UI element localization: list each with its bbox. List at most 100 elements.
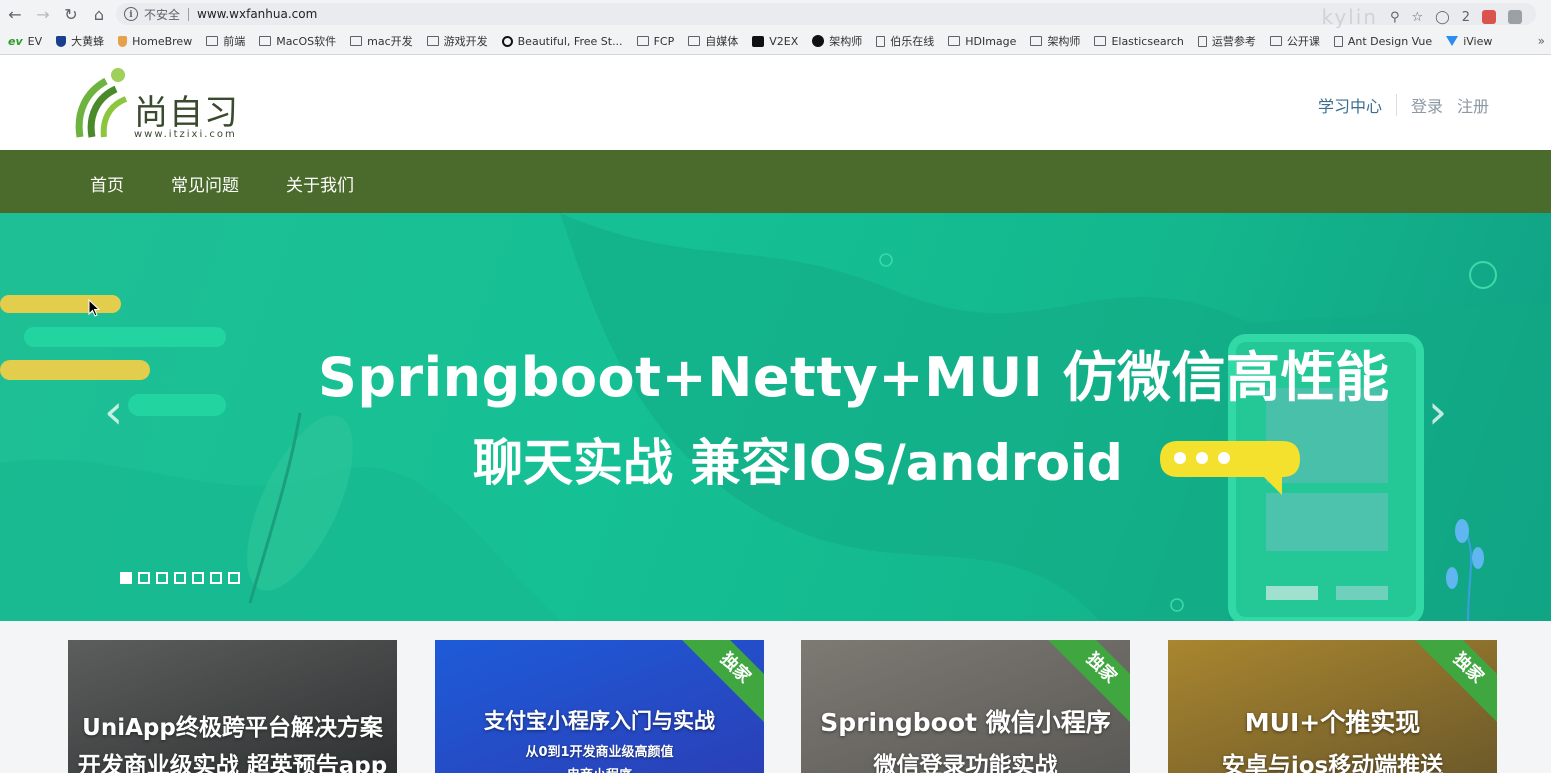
nav-home[interactable]: 首页 (90, 171, 124, 196)
folder-icon (1030, 36, 1043, 46)
carousel-dot[interactable] (156, 572, 168, 584)
nav-faq[interactable]: 常见问题 (171, 171, 239, 196)
folder-icon (636, 36, 649, 46)
github-icon (812, 35, 825, 47)
back-icon[interactable]: ← (2, 1, 28, 27)
course-card[interactable]: UniApp终极跨平台解决方案 开发商业级实战 超英预告app (68, 640, 397, 773)
folder-icon (206, 36, 219, 46)
bookmark-item[interactable]: Beautiful, Free St... (501, 34, 623, 48)
omnibox-divider (188, 7, 190, 21)
bookmark-item[interactable]: 运营参考 (1197, 33, 1256, 49)
carousel-dot[interactable] (228, 572, 240, 584)
login-link[interactable]: 登录 (1411, 93, 1443, 117)
bookmark-label: 架构师 (829, 35, 863, 48)
bookmark-label: MacOS软件 (276, 35, 337, 48)
folder-icon (259, 36, 272, 46)
carousel-next-icon[interactable]: › (1428, 388, 1447, 436)
logo-url: www.itzixi.com (134, 129, 237, 140)
zoom-icon[interactable]: ⚲ (1390, 10, 1400, 25)
course-title: 支付宝小程序入门与实战 (484, 709, 715, 733)
bookmark-label: 大黄蜂 (71, 35, 105, 48)
bookmark-item[interactable]: FCP (636, 35, 674, 48)
bookmark-item[interactable]: MacOS软件 (259, 33, 336, 49)
address-bar[interactable]: i 不安全 www.wxfanhua.com kylin ⚲ ☆ ◯ 2 (116, 3, 1536, 29)
bookmark-item[interactable]: HomeBrew (118, 35, 192, 48)
folder-icon (688, 36, 701, 46)
browser-toolbar: ← → ↻ ⌂ i 不安全 www.wxfanhua.com kylin ⚲ ☆… (0, 0, 1551, 29)
bookmark-item[interactable]: 自媒体 (688, 33, 738, 49)
shield-icon (56, 35, 67, 47)
extension-red-icon[interactable] (1482, 10, 1496, 24)
forward-icon[interactable]: → (30, 1, 56, 27)
banner-title-line1: Springboot+Netty+MUI 仿微信高性能 (318, 346, 1390, 409)
site-logo[interactable]: 尚自习 www.itzixi.com (72, 63, 262, 143)
header-links: 学习中心 登录 注册 (1318, 93, 1489, 117)
course-card[interactable]: 支付宝小程序入门与实战 从0到1开发商业级高颜值 电商小程序 独家 (435, 640, 764, 773)
carousel-dot[interactable] (120, 572, 132, 584)
bookmark-label: HDImage (965, 34, 1017, 48)
carousel-dot[interactable] (192, 572, 204, 584)
home-icon[interactable]: ⌂ (86, 1, 112, 27)
bookmark-label: HomeBrew (132, 34, 193, 48)
page-icon (1333, 35, 1343, 47)
carousel-dot[interactable] (210, 572, 222, 584)
bookmark-item[interactable]: Ant Design Vue (1333, 35, 1432, 48)
carousel-dot[interactable] (138, 572, 150, 584)
carousel-dot[interactable] (174, 572, 186, 584)
shield-ext-icon[interactable]: ◯ (1435, 10, 1450, 25)
bookmark-item[interactable]: HDImage (948, 35, 1016, 48)
insecure-label: 不安全 (144, 7, 181, 22)
bookmark-item[interactable]: V2EX (752, 35, 798, 48)
nav-about[interactable]: 关于我们 (286, 171, 354, 196)
bookmark-item[interactable]: ev EV (8, 35, 42, 48)
main-nav: 首页 常见问题 关于我们 (0, 150, 1551, 213)
bookmark-item[interactable]: 前端 (206, 33, 245, 49)
course-card[interactable]: Springboot 微信小程序 微信登录功能实战 独家 (801, 640, 1130, 773)
course-card[interactable]: MUI+个推实现 安卓与ios移动端推送 独家 (1168, 640, 1497, 773)
badge-count[interactable]: 2 (1462, 10, 1470, 25)
iview-icon (1446, 36, 1459, 46)
url-text[interactable]: www.wxfanhua.com (197, 7, 317, 21)
bookmark-item[interactable]: 架构师 (1030, 33, 1080, 49)
overlay-watermark: kylin (1321, 5, 1378, 29)
bookmark-item[interactable]: 架构师 (812, 33, 862, 49)
bookmark-label: V2EX (769, 34, 799, 48)
register-link[interactable]: 注册 (1457, 93, 1489, 117)
course-title: UniApp终极跨平台解决方案 (82, 715, 383, 741)
cup-icon (118, 35, 128, 47)
mouse-cursor-icon (88, 299, 100, 317)
course-subtitle: 微信登录功能实战 (873, 753, 1058, 773)
bookmark-item[interactable]: 游戏开发 (426, 33, 488, 49)
course-subtitle: 从0到1开发商业级高颜值 (525, 745, 674, 760)
course-title: Springboot 微信小程序 (820, 708, 1111, 737)
folder-icon (1269, 36, 1282, 46)
ev-icon: ev (8, 34, 23, 48)
bookmarks-bar: ev EV 大黄蜂 HomeBrew 前端 MacOS软件 mac开发 游戏开发 Beautif… (0, 28, 1551, 55)
bookmark-item[interactable]: 大黄蜂 (56, 33, 104, 49)
star-icon[interactable]: ☆ (1412, 10, 1424, 25)
bookmark-label: Beautiful, Free St... (517, 34, 623, 48)
banner-title-line2: 聊天实战 兼容IOS/android (473, 434, 1123, 492)
info-icon[interactable]: i (124, 7, 138, 21)
bookmark-item[interactable]: 伯乐在线 (876, 33, 934, 49)
course-subtitle: 安卓与ios移动端推送 (1221, 753, 1444, 773)
study-center-link[interactable]: 学习中心 (1318, 93, 1382, 117)
course-list: UniApp终极跨平台解决方案 开发商业级实战 超英预告app 支付宝小程序入门… (0, 621, 1551, 773)
bookmark-item[interactable]: mac开发 (350, 33, 413, 49)
bookmark-item[interactable]: Elasticsearch (1094, 34, 1184, 48)
reload-icon[interactable]: ↻ (58, 1, 84, 27)
more-bookmarks-icon[interactable]: » (1538, 34, 1545, 48)
bookmark-label: 前端 (223, 35, 246, 48)
bookmark-label: EV (27, 34, 43, 48)
course-subtitle: 开发商业级实战 超英预告app (77, 753, 388, 773)
bookmark-label: 自媒体 (705, 35, 739, 48)
profile-icon[interactable] (1508, 10, 1522, 24)
bookmark-label: Elasticsearch (1111, 34, 1184, 48)
carousel-prev-icon[interactable]: ‹ (104, 388, 123, 436)
page-icon (1197, 35, 1207, 47)
bookmark-item[interactable]: 公开课 (1269, 33, 1320, 49)
bookmark-item[interactable]: iView (1446, 35, 1492, 48)
logo-leaf-icon (75, 68, 128, 138)
folder-icon (426, 36, 439, 46)
banner-carousel[interactable]: Springboot+Netty+MUI 仿微信高性能 聊天实战 兼容IOS/a… (0, 213, 1551, 621)
